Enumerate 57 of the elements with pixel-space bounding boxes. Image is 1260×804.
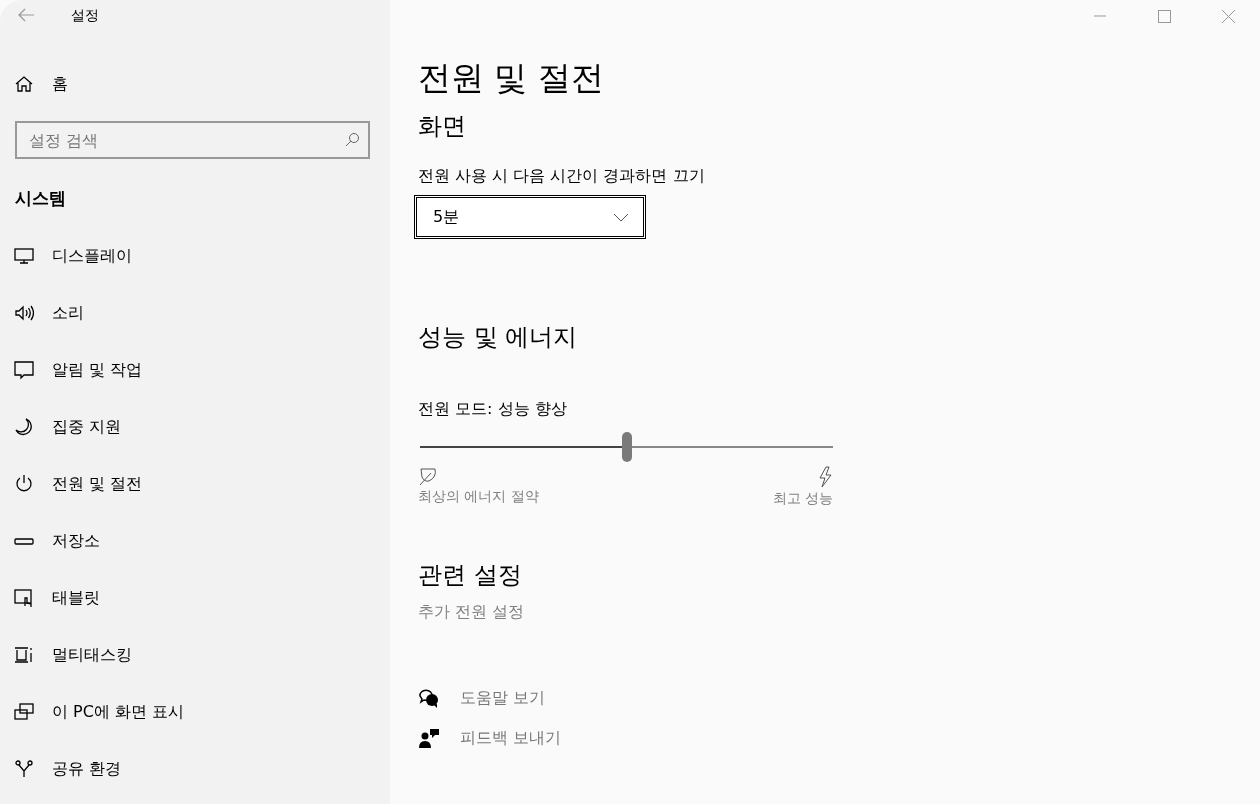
item-label: 저장소	[52, 530, 100, 552]
multitask-icon	[14, 645, 34, 665]
window-title: 설정	[71, 5, 99, 25]
back-arrow-icon[interactable]	[16, 7, 36, 23]
item-label: 소리	[52, 302, 84, 324]
lightning-icon	[817, 466, 833, 489]
help-chat-icon	[418, 687, 440, 709]
notify-icon	[14, 360, 34, 380]
home-item[interactable]: 홈	[0, 55, 390, 112]
maximize-icon	[1157, 9, 1171, 23]
field-label: 전원 사용 시 다음 시간이 경과하면 끄기	[418, 165, 706, 188]
sidebar-item[interactable]: 태블릿	[0, 569, 390, 627]
item-label: 집중 지원	[52, 416, 122, 438]
tablet-icon	[14, 588, 34, 608]
item-label: 멀티태스킹	[52, 644, 132, 666]
close-icon	[1221, 9, 1235, 23]
page-title: 전원 및 절전	[418, 58, 605, 98]
slider-thumb[interactable]	[621, 432, 632, 463]
sidebar-item[interactable]: 공유 환경	[0, 740, 390, 798]
slider-min-label: 최상의 에너지 절약	[418, 487, 539, 507]
item-label: 전원 및 절전	[52, 473, 143, 495]
power-settings-link[interactable]: 추가 전원 설정	[418, 600, 525, 624]
timeout-dropdown[interactable]: 5분	[414, 195, 646, 240]
item-label: 태블릿	[52, 587, 100, 609]
slider-max-label: 최고 성능	[772, 489, 833, 509]
sidebar-item[interactable]: 멀티태스킹	[0, 626, 390, 684]
section-heading: 시스템	[15, 187, 67, 210]
search-field[interactable]: 설정 검색	[15, 121, 370, 159]
minimize-icon	[1094, 15, 1106, 17]
project-icon	[14, 702, 34, 722]
item-label: 알림 및 작업	[52, 359, 143, 381]
sound-icon	[14, 303, 34, 323]
feedback-person-icon	[418, 727, 440, 749]
chevron-down-icon	[613, 212, 629, 222]
sidebar-item[interactable]: 집중 지원	[0, 398, 390, 456]
power-icon	[14, 474, 34, 494]
item-label: 이 PC에 화면 표시	[52, 701, 185, 723]
sidebar-item[interactable]: 이 PC에 화면 표시	[0, 683, 390, 741]
sidebar-item[interactable]: 소리	[0, 284, 390, 342]
moon-icon	[14, 417, 34, 437]
item-label: 공유 환경	[52, 758, 122, 780]
share-icon	[14, 759, 34, 779]
sidebar-item[interactable]: 전원 및 절전	[0, 455, 390, 513]
sidebar-item[interactable]: 저장소	[0, 512, 390, 570]
search-icon	[344, 132, 360, 148]
display-icon	[14, 246, 34, 266]
section-heading: 성능 및 에너지	[418, 323, 579, 353]
home-label: 홈	[52, 72, 68, 95]
section-heading: 관련 설정	[418, 561, 523, 590]
help-link[interactable]: 피드백 보내기	[418, 726, 562, 750]
slider-label: 전원 모드: 성능 향상	[418, 398, 568, 421]
item-label: 디스플레이	[52, 245, 132, 267]
power-mode-slider[interactable]	[420, 432, 833, 463]
section-heading: 화면	[418, 111, 467, 141]
sidebar-item[interactable]: 디스플레이	[0, 227, 390, 285]
sidebar-item[interactable]: 알림 및 작업	[0, 341, 390, 399]
help-link[interactable]: 도움말 보기	[418, 686, 546, 710]
